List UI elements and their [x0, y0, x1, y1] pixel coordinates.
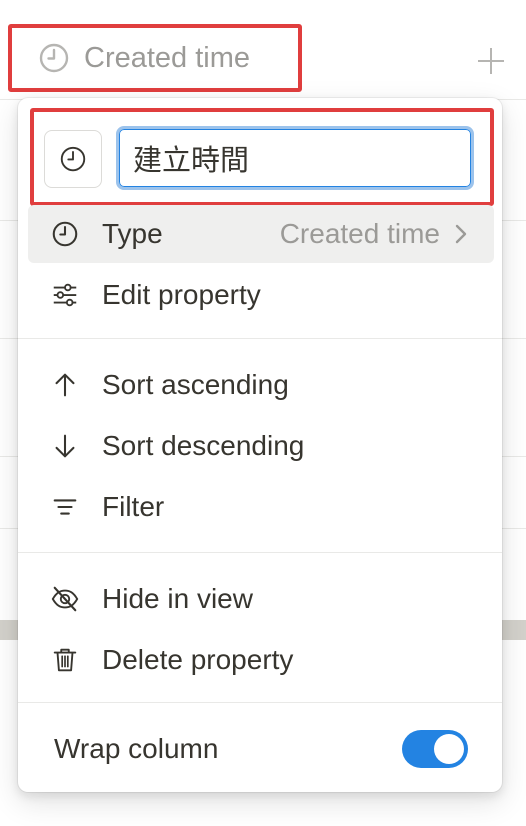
filter-icon: [48, 490, 82, 524]
menu-item-filter[interactable]: Filter: [28, 478, 494, 536]
menu-item-label: Filter: [102, 491, 165, 522]
menu-item-type[interactable]: Type Created time: [28, 205, 494, 263]
property-icon-button[interactable]: [44, 130, 102, 188]
table-header: Created time: [0, 0, 526, 100]
menu-item-label: Edit property: [102, 279, 261, 310]
chevron-right-icon: [455, 224, 467, 244]
clock-icon: [60, 146, 86, 172]
trash-icon: [48, 643, 82, 677]
menu-item-label: Sort descending: [102, 430, 305, 461]
page: Created time Type Cre: [0, 0, 526, 826]
sliders-icon: [48, 278, 82, 312]
column-header-created-time[interactable]: Created time: [8, 24, 302, 92]
menu-item-label: Delete property: [102, 644, 294, 675]
arrow-up-icon: [48, 368, 82, 402]
type-value: Created time: [279, 218, 440, 249]
eye-slash-icon: [48, 582, 82, 616]
property-name-row: [30, 108, 494, 206]
menu-item-label: Wrap column: [54, 733, 219, 764]
menu-item-sort-ascending[interactable]: Sort ascending: [28, 356, 494, 414]
menu-item-edit-property[interactable]: Edit property: [28, 266, 494, 324]
menu-divider: [18, 338, 502, 339]
clock-icon: [39, 43, 69, 73]
wrap-column-toggle[interactable]: [402, 730, 468, 768]
clock-icon: [48, 217, 82, 251]
menu-divider: [18, 702, 502, 703]
column-header-label: Created time: [84, 41, 251, 74]
menu-item-delete-property[interactable]: Delete property: [28, 631, 494, 689]
property-name-input[interactable]: [116, 126, 474, 190]
menu-item-label: Sort ascending: [102, 369, 289, 400]
menu-divider: [18, 552, 502, 553]
menu-item-sort-descending[interactable]: Sort descending: [28, 417, 494, 475]
menu-item-label: Type: [102, 218, 163, 249]
menu-item-label: Hide in view: [102, 583, 253, 614]
arrow-down-icon: [48, 429, 82, 463]
menu-item-wrap-column[interactable]: Wrap column: [28, 720, 494, 778]
menu-item-hide-in-view[interactable]: Hide in view: [28, 570, 494, 628]
plus-icon[interactable]: [478, 46, 508, 76]
property-menu: Type Created time Edit property: [18, 98, 502, 792]
